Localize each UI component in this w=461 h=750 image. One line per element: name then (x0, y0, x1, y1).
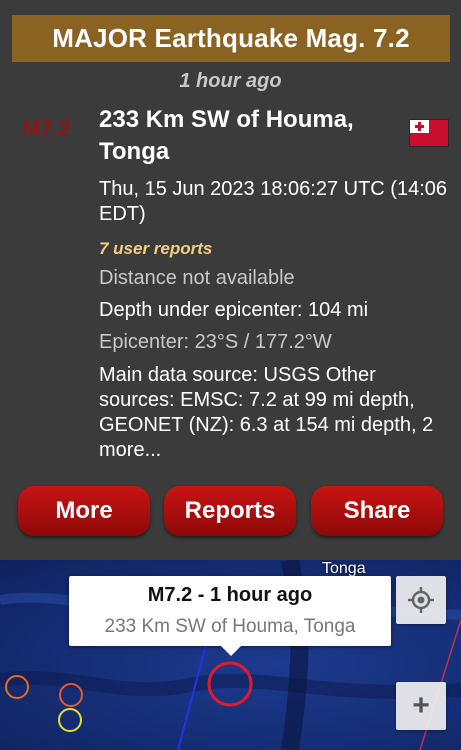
reports-button[interactable]: Reports (164, 486, 296, 536)
user-reports-link[interactable]: 7 user reports (99, 236, 212, 261)
depth-text: Depth under epicenter: 104 mi (99, 299, 369, 321)
data-sources-text: Main data source: USGS Other sources: EM… (99, 364, 434, 461)
magnitude-label: M7.2 (22, 116, 71, 141)
quake-marker (59, 683, 83, 707)
quake-marker (5, 675, 29, 699)
time-ago: 1 hour ago (179, 70, 282, 92)
crosshair-icon (408, 587, 434, 613)
distance-text: Distance not available (99, 267, 295, 289)
map-info-popup[interactable]: M7.2 - 1 hour ago 233 Km SW of Houma, To… (69, 576, 391, 656)
location-title: 233 Km SW of Houma, Tonga (99, 106, 354, 165)
more-button[interactable]: More (18, 486, 150, 536)
popup-subtitle: 233 Km SW of Houma, Tonga (104, 616, 356, 637)
event-datetime: Thu, 15 Jun 2023 18:06:27 UTC (14:06 EDT… (99, 178, 448, 225)
zoom-in-button[interactable]: + (396, 682, 446, 730)
share-button[interactable]: Share (311, 486, 443, 536)
epicenter-text: Epicenter: 23°S / 177.2°W (99, 331, 332, 353)
locate-button[interactable] (396, 576, 446, 624)
popup-title: M7.2 - 1 hour ago (147, 584, 313, 606)
earthquake-details-panel: MAJOR Earthquake Mag. 7.2 1 hour ago M7.… (0, 0, 461, 560)
tonga-flag-icon (410, 120, 448, 146)
alert-title: MAJOR Earthquake Mag. 7.2 (12, 15, 450, 62)
main-quake-marker (207, 661, 253, 707)
quake-marker (58, 708, 82, 732)
